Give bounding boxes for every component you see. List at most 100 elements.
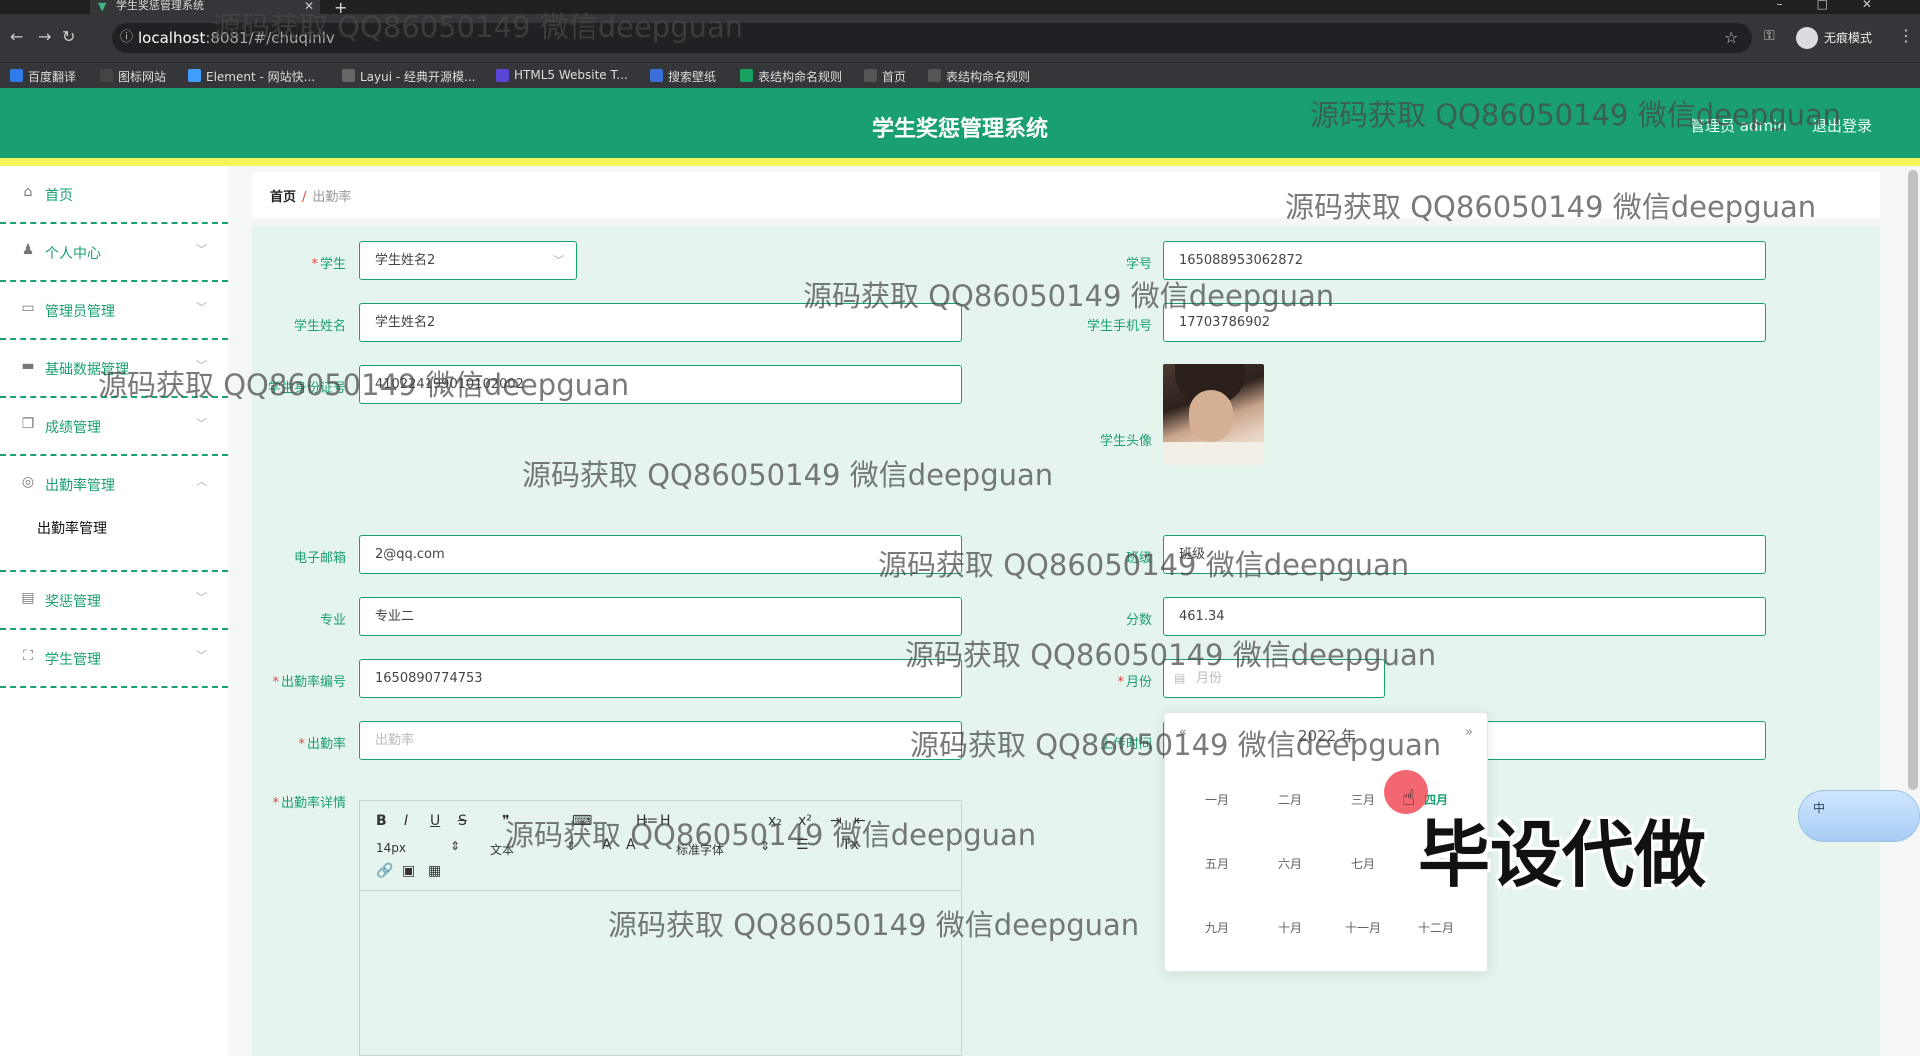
bookmark-star-icon[interactable]: ☆ [1724,28,1738,47]
hand-cursor-icon: ☝ [1402,786,1416,811]
month-cell[interactable]: 十月 [1260,919,1320,936]
fullscreen-icon: ⛶ [23,648,33,664]
sheet-icon [740,69,753,82]
chevron-down-icon: ﹀ [196,301,207,314]
sidebar: 出勤率管理 ⌂ 首页 ♟ 个人中心 ﹀ ▭ 管理员管理 ﹀ ▬ 基础数据管理 ﹀ ❐ 成绩管理 ﹀ ◎ 出勤率… [0,166,228,1056]
name-label: 学生姓名 [293,319,346,334]
chevron-down-icon: ﹀ [196,243,207,256]
bookmark-item[interactable]: 图标网站 [100,68,166,85]
sidebar-item-label: 个人中心 [45,246,101,262]
bookmark-label: HTML5 Website T... [514,68,628,82]
month-cell[interactable]: 一月 [1187,791,1247,808]
bold-icon[interactable]: B [376,813,387,829]
sidebar-item[interactable]: ⌂ 首页 [0,166,228,224]
globe-icon [864,69,877,82]
month-cell[interactable]: 十二月 [1406,919,1466,936]
link-icon[interactable]: 🔗 [376,863,393,879]
month-cell[interactable]: 九月 [1187,919,1247,936]
sidebar-item-label: 首页 [45,188,73,204]
watermark-text: 源码获取 QQ86050149 微信deepguan [522,458,1054,492]
strike-icon[interactable]: S [458,813,467,829]
chevron-down-icon: ﹀ [196,649,207,662]
chevron-down-icon: ﹀ [553,254,564,267]
globe-icon [928,69,941,82]
incognito-avatar-icon [1796,27,1818,49]
email-input[interactable]: 2@qq.com [359,535,962,574]
month-cell[interactable]: 二月 [1260,791,1320,808]
watermark-text: 源码获取 QQ86050149 微信deepguan [1285,190,1817,224]
site-info-icon[interactable]: ⓘ [120,23,133,53]
sidebar-item-label: 出勤率管理 [45,478,115,494]
page-scrollbar[interactable] [1908,170,1918,790]
reload-icon[interactable]: ↻ [62,27,75,46]
score-label: 分数 [1125,613,1152,628]
sidebar-item[interactable]: ⛶ 学生管理 ﹀ [0,630,228,688]
video-icon[interactable]: ▦ [428,863,441,879]
sidebar-item[interactable]: ♟ 个人中心 ﹀ [0,224,228,282]
promo-overlay-text: 毕设代做 [1418,813,1707,897]
watermark-text: 源码获取 QQ86050149 微信deepguan [505,818,1037,852]
xuehao-label: 学号 [1125,257,1152,272]
bookmark-label: 表结构命名规则 [758,70,843,84]
watermark-text: 源码获取 QQ86050149 微信deepguan [910,728,1442,762]
student-select[interactable]: 学生姓名2 ﹀ [359,241,577,280]
month-cell[interactable]: 六月 [1260,855,1320,872]
key-icon[interactable]: ⚿ [1764,28,1775,44]
flag-icon [100,69,113,82]
browser-menu-icon[interactable]: ⋮ [1898,26,1914,45]
bookmark-item[interactable]: HTML5 Website T... [496,68,628,82]
month-cell[interactable]: 五月 [1187,855,1247,872]
ime-widget[interactable]: 中 [1798,790,1920,842]
month-cell[interactable]: 十一月 [1333,919,1393,936]
student-select-value: 学生姓名2 [375,253,436,268]
image-icon[interactable]: ▣ [402,863,415,879]
copy-icon: ❐ [21,416,35,432]
translate-icon [10,69,23,82]
month-cell[interactable]: 七月 [1333,855,1393,872]
chat-icon: ▭ [21,300,35,316]
window-controls[interactable]: –□✕ [1777,0,1906,11]
sidebar-item[interactable]: ▤ 奖惩管理 ﹀ [0,572,228,630]
bookmark-item[interactable]: 搜索壁纸 [650,68,716,85]
html5-icon [496,69,509,82]
sidebar-item-label: 奖惩管理 [45,594,101,610]
rate-input[interactable]: 出勤率 [359,721,962,760]
incognito-badge[interactable]: 无痕模式 [1796,26,1872,50]
major-input[interactable]: 专业二 [359,597,962,636]
italic-icon[interactable]: I [404,813,408,829]
home-icon: ⌂ [23,184,33,200]
message-icon: ▬ [21,358,35,374]
major-label: 专业 [319,613,346,628]
sidebar-item[interactable]: ▭ 管理员管理 ﹀ [0,282,228,340]
bookmark-item[interactable]: 首页 [864,68,906,85]
underline-icon[interactable]: U [430,813,440,829]
back-icon[interactable]: ← [10,27,23,46]
bookmark-item[interactable]: 表结构命名规则 [928,68,1030,85]
breadcrumb-separator: / [302,190,307,205]
target-icon: ◎ [21,474,35,490]
tab-title: 学生奖惩管理系统 [116,0,204,12]
breadcrumb-home[interactable]: 首页 [270,190,296,205]
layui-icon [342,69,355,82]
bookmark-item[interactable]: 表结构命名规则 [740,68,842,85]
watermark-text: 源码获取 QQ86050149 微信deepguan [878,548,1410,582]
sidebar-item[interactable]: ◎ 出勤率管理 ︿ [0,456,228,572]
bookmarks-bar: 百度翻译 图标网站 Element - 网站快... Layui - 经典开源模...… [0,62,1920,88]
bookmark-label: 首页 [882,70,907,84]
bookmark-label: 图标网站 [118,70,167,84]
bookmark-item[interactable]: 百度翻译 [10,68,76,85]
breadcrumb-current: 出勤率 [312,190,352,205]
font-size-select[interactable]: 14px [376,841,406,855]
watermark-text: 源码获取 QQ86050149 微信deepguan [608,908,1140,942]
next-year-icon[interactable]: » [1465,725,1473,740]
code-input[interactable]: 1650890774753 [359,659,962,698]
score-input[interactable]: 461.34 [1163,597,1766,636]
bookmark-item[interactable]: Layui - 经典开源模... [342,68,475,85]
bookmark-item[interactable]: Element - 网站快... [188,68,315,85]
print-icon: ▤ [21,590,35,606]
url-host: localhost [138,29,206,47]
student-label: * 学生 [311,257,346,272]
sidebar-item[interactable]: ❐ 成绩管理 ﹀ [0,398,228,456]
forward-icon[interactable]: → [38,27,51,46]
incognito-label: 无痕模式 [1824,31,1873,45]
